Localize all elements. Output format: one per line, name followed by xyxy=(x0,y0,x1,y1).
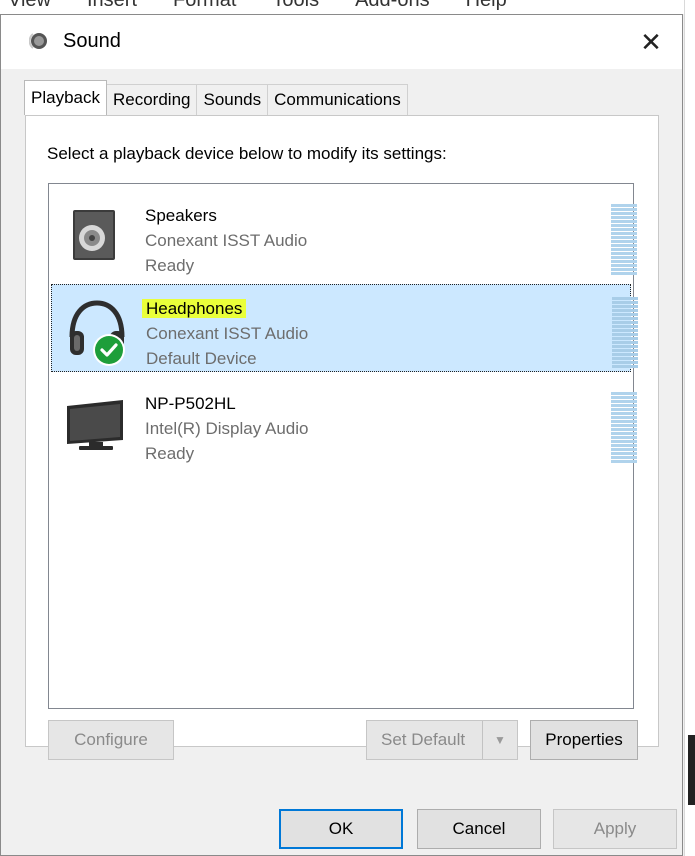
sound-dialog: Sound ✕ Playback Recording Sounds Commun… xyxy=(0,14,683,856)
instruction-text: Select a playback device below to modify… xyxy=(47,144,447,163)
speaker-icon xyxy=(29,33,47,49)
checkmark-badge-icon xyxy=(93,334,125,366)
background-app-edge xyxy=(684,0,695,856)
bg-menu-insert: Insert xyxy=(87,0,138,11)
tab-recording[interactable]: Recording xyxy=(105,84,198,115)
tab-strip: Playback Recording Sounds Communications xyxy=(24,80,408,115)
device-list[interactable]: Speakers Conexant ISST Audio Ready Headp… xyxy=(48,183,638,709)
bg-menu-format: Format xyxy=(173,0,237,11)
device-name: Speakers xyxy=(145,206,217,225)
device-driver: Intel(R) Display Audio xyxy=(145,419,309,438)
background-app-menubar: View Insert Format Tools Add-ons Help xyxy=(0,0,695,14)
device-status: Ready xyxy=(145,256,195,275)
chevron-down-icon[interactable]: ▼ xyxy=(482,721,517,759)
apply-button[interactable]: Apply xyxy=(553,809,677,849)
device-name: NP-P502HL xyxy=(145,394,236,413)
bg-menu-help: Help xyxy=(465,0,507,11)
cancel-button[interactable]: Cancel xyxy=(417,809,541,849)
close-button[interactable]: ✕ xyxy=(634,25,668,59)
device-status: Default Device xyxy=(146,349,257,368)
device-status: Ready xyxy=(145,444,195,463)
window-title: Sound xyxy=(63,30,121,52)
level-meter xyxy=(611,204,637,276)
bg-menu-tools: Tools xyxy=(272,0,320,11)
device-name: Headphones xyxy=(142,299,247,319)
ok-button[interactable]: OK xyxy=(279,809,403,849)
playback-panel: Select a playback device below to modify… xyxy=(25,115,659,760)
device-speakers[interactable]: Speakers Conexant ISST Audio Ready xyxy=(51,192,637,280)
device-headphones[interactable]: Headphones Conexant ISST Audio Default D… xyxy=(51,284,638,372)
configure-button[interactable]: Configure xyxy=(48,720,174,760)
highlighted-device-name: Headphones xyxy=(142,299,247,318)
tab-sounds[interactable]: Sounds xyxy=(196,84,269,115)
properties-button[interactable]: Properties xyxy=(530,720,638,760)
device-driver: Conexant ISST Audio xyxy=(145,231,308,250)
tab-playback[interactable]: Playback xyxy=(24,80,107,115)
tab-communications[interactable]: Communications xyxy=(267,84,408,115)
device-np-p502hl[interactable]: NP-P502HL Intel(R) Display Audio Ready xyxy=(51,380,637,468)
monitor-icon xyxy=(67,400,123,450)
bg-menu-view: View xyxy=(8,0,51,11)
level-meter xyxy=(611,392,637,464)
speaker-icon xyxy=(73,210,115,260)
device-driver: Conexant ISST Audio xyxy=(146,324,309,343)
level-meter xyxy=(612,297,638,369)
bg-menu-addons: Add-ons xyxy=(355,0,430,11)
set-default-button[interactable]: Set Default ▼ xyxy=(366,720,518,760)
title-bar: Sound ✕ xyxy=(1,15,682,69)
set-default-label: Set Default xyxy=(381,730,466,749)
